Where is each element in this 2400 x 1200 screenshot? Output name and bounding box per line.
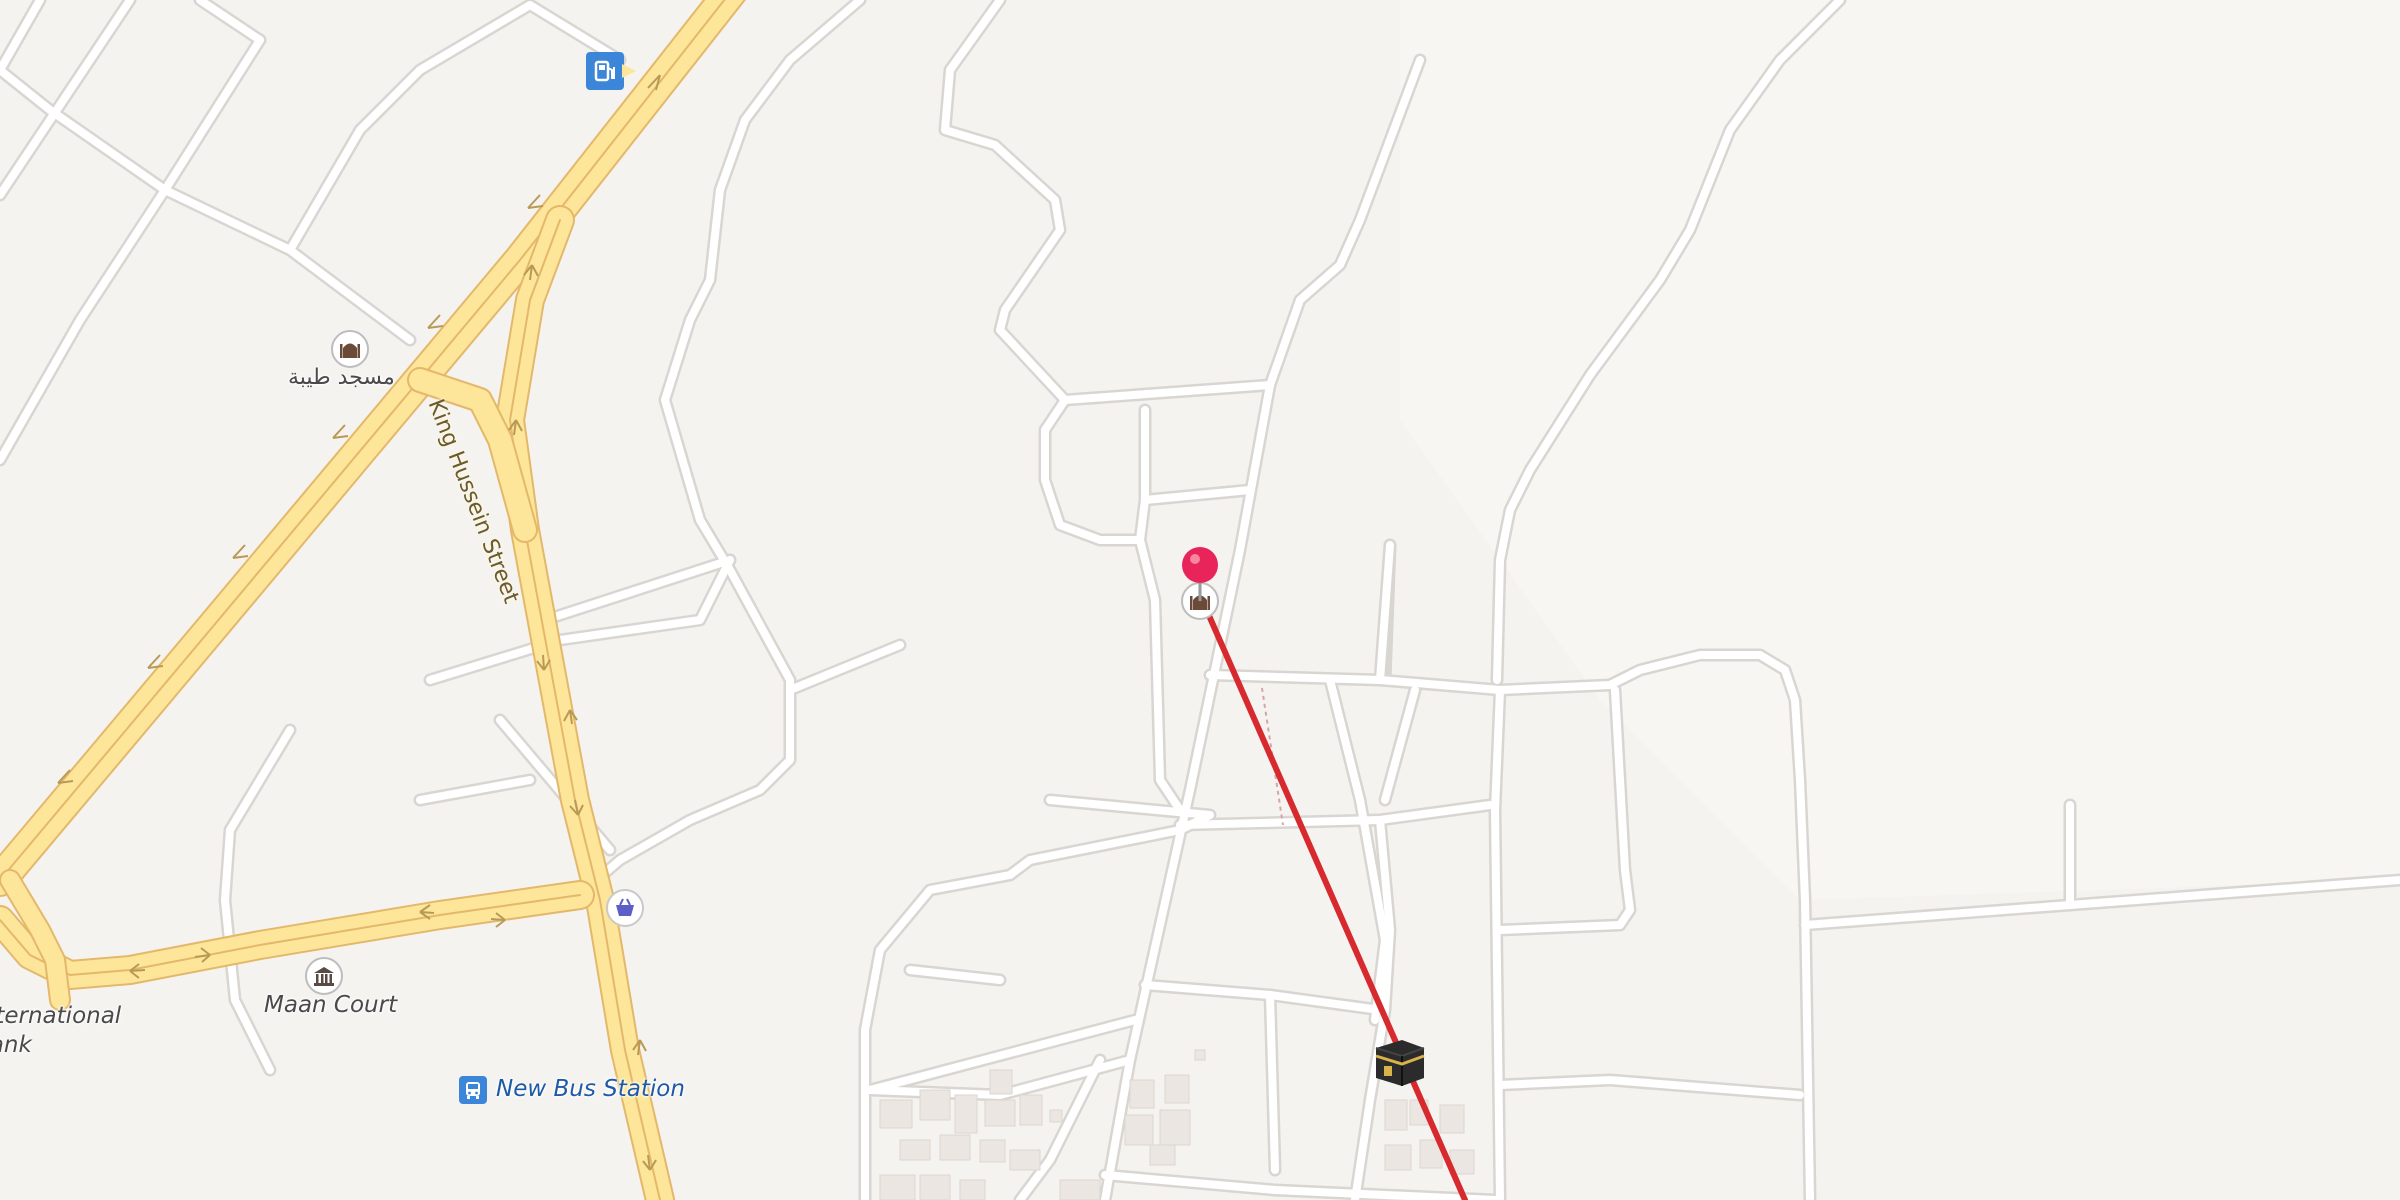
courthouse-icon[interactable] xyxy=(305,957,343,995)
shopping-basket-icon[interactable] xyxy=(606,889,644,927)
bus-icon[interactable] xyxy=(459,1076,487,1104)
kaaba-icon[interactable] xyxy=(1372,1034,1428,1090)
place-label-maan-court: Maan Court xyxy=(264,992,398,1018)
place-label-international-bank: International Bank xyxy=(0,1003,122,1058)
map-view[interactable]: King Hussein Street مسجد طيبة Maan Court… xyxy=(0,0,2400,1200)
mosque-icon[interactable] xyxy=(331,330,369,368)
location-pin-icon[interactable] xyxy=(1180,545,1220,601)
fuel-station-icon[interactable] xyxy=(586,52,624,90)
place-label-new-bus-station: New Bus Station xyxy=(496,1076,685,1102)
fuel-station-pointer-icon xyxy=(622,64,636,78)
place-label-masjid-taiba: مسجد طيبة xyxy=(288,365,395,390)
